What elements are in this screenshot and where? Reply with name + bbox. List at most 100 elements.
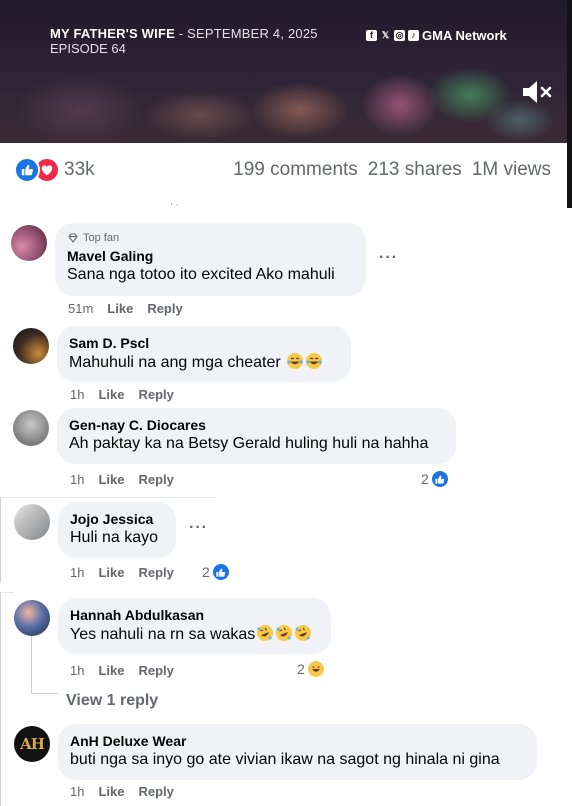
reaction-count: 33k — [64, 159, 95, 180]
avatar[interactable]: AH — [14, 726, 50, 762]
speaker-muted-icon — [523, 81, 552, 103]
avatar[interactable] — [14, 504, 50, 540]
video-title: MY FATHER'S WIFE - SEPTEMBER 4, 2025 — [50, 26, 318, 41]
comment-text: Ah paktay ka na Betsy Gerald huling huli… — [69, 435, 429, 452]
comment-actions: 1h Like Reply — [70, 784, 174, 799]
comment-bubble: Sam D. Pscl Mahuhuli na ang mga cheater — [57, 326, 351, 382]
rolling-laughing-emoji-icon — [295, 625, 312, 641]
like-button[interactable]: Like — [98, 472, 124, 487]
avatar[interactable] — [14, 600, 50, 636]
comment-time[interactable]: 1h — [70, 663, 84, 678]
reply-button[interactable]: Reply — [138, 784, 173, 799]
comment-bubble: AnH Deluxe Wear buti nga sa inyo go ate … — [58, 724, 537, 780]
comment-time[interactable]: 51m — [68, 301, 93, 316]
commenter-name[interactable]: Hannah Abdulkasan — [70, 606, 319, 624]
comment-time[interactable]: 1h — [70, 784, 84, 799]
comment-text: buti nga sa inyo go ate vivian ikaw na s… — [70, 751, 500, 768]
more-options-button[interactable]: ··· — [189, 519, 208, 537]
comment-actions: 51m Like Reply — [68, 301, 183, 316]
rolling-laughing-emoji-icon — [257, 625, 274, 641]
avatar[interactable] — [13, 410, 49, 446]
haha-reaction-icon — [305, 659, 326, 679]
comment-text: Yes nahuli na rn sa wakas — [70, 624, 319, 645]
avatar[interactable] — [11, 225, 47, 261]
commenter-name[interactable]: AnH Deluxe Wear — [70, 732, 525, 750]
reaction-number: 2 — [202, 564, 210, 580]
comment-text: Mahuhuli na ang mga cheater — [69, 352, 339, 373]
commenter-name[interactable]: Sam D. Pscl — [69, 334, 339, 352]
reaction-count-badge[interactable]: 2 — [297, 659, 326, 679]
top-fan-badge: Top fan — [67, 231, 354, 245]
comment-time[interactable]: 1h — [70, 565, 84, 580]
brand-logo: AH — [20, 735, 45, 753]
comment-count-link[interactable]: 199 comments — [233, 159, 358, 181]
reaction-number: 2 — [421, 471, 429, 487]
like-button[interactable]: Like — [107, 301, 133, 316]
laughing-tears-emoji-icon — [306, 353, 323, 369]
episode-number: EPISODE 64 — [50, 41, 126, 56]
commenter-name[interactable]: Jojo Jessica — [70, 510, 164, 528]
episode-date: - SEPTEMBER 4, 2025 — [174, 26, 318, 41]
reaction-summary[interactable]: 33k — [14, 157, 95, 183]
like-reaction-icon — [14, 157, 40, 183]
like-button[interactable]: Like — [98, 784, 124, 799]
comment-bubble: Gen-nay C. Diocares Ah paktay ka na Bets… — [57, 408, 456, 464]
commenter-name[interactable]: Mavel Galing — [67, 247, 354, 265]
like-button[interactable]: Like — [98, 387, 124, 402]
like-reaction-icon — [210, 562, 231, 582]
commenter-name[interactable]: Gen-nay C. Diocares — [69, 416, 444, 434]
thread-line — [0, 497, 1, 583]
comment-bubble: Jojo Jessica Huli na kayo — [58, 502, 176, 558]
laughing-tears-emoji-icon — [287, 353, 304, 369]
view-replies-link[interactable]: View 1 reply — [66, 692, 158, 710]
comment-actions: 1h Like Reply — [70, 663, 174, 678]
diamond-icon — [68, 233, 78, 243]
clipped-text-hint: · · — [170, 199, 179, 209]
badge-label: Top fan — [83, 232, 120, 244]
comment-bubble: Top fan Mavel Galing Sana nga totoo ito … — [55, 223, 366, 296]
reply-button[interactable]: Reply — [138, 565, 173, 580]
comment-time[interactable]: 1h — [70, 387, 84, 402]
reaction-number: 2 — [297, 661, 305, 677]
reaction-count-badge[interactable]: 2 — [202, 562, 231, 582]
comment-text-content: Yes nahuli na rn sa wakas — [70, 626, 256, 643]
mute-button[interactable] — [520, 78, 554, 106]
thread-line — [0, 592, 1, 806]
brand-name: GMA Network — [422, 28, 507, 43]
tiktok-icon: ♪ — [408, 30, 419, 41]
comment-text-content: Mahuhuli na ang mga cheater — [69, 354, 281, 371]
like-button[interactable]: Like — [98, 565, 124, 580]
reply-button[interactable]: Reply — [147, 301, 182, 316]
view-count: 1M views — [471, 159, 551, 180]
share-count-link[interactable]: 213 shares — [368, 159, 462, 181]
reaction-count-badge[interactable]: 2 — [421, 469, 450, 489]
reply-connector — [31, 636, 32, 694]
reply-button[interactable]: Reply — [138, 472, 173, 487]
like-button[interactable]: Like — [98, 663, 124, 678]
comment-bubble: Hannah Abdulkasan Yes nahuli na rn sa wa… — [58, 598, 331, 654]
like-reaction-icon — [429, 469, 450, 489]
instagram-icon: ◎ — [394, 30, 405, 41]
show-title: MY FATHER'S WIFE — [50, 26, 175, 41]
x-icon: 𝕏 — [381, 30, 390, 40]
comment-time[interactable]: 1h — [70, 472, 84, 487]
avatar[interactable] — [13, 328, 49, 364]
reply-button[interactable]: Reply — [138, 663, 173, 678]
comment-text: Huli na kayo — [70, 529, 159, 546]
scrollbar-track — [567, 0, 572, 208]
rolling-laughing-emoji-icon — [276, 625, 293, 641]
divider — [0, 592, 14, 593]
facebook-icon: f — [366, 30, 377, 41]
post-stats-bar: 33k 199 comments 213 shares 1M views — [0, 143, 567, 208]
reply-button[interactable]: Reply — [138, 387, 173, 402]
comment-actions: 1h Like Reply — [70, 387, 174, 402]
divider — [0, 497, 216, 498]
brand-watermark: f 𝕏 ◎ ♪ GMA Network — [366, 28, 507, 43]
reply-connector — [31, 693, 59, 694]
comment-actions: 1h Like Reply — [70, 472, 174, 487]
comment-text: Sana nga totoo ito excited Ako mahuli — [67, 266, 335, 283]
comment-actions: 1h Like Reply — [70, 565, 174, 580]
engagement-counts: 199 comments 213 shares 1M views — [233, 159, 551, 181]
video-player[interactable]: MY FATHER'S WIFE - SEPTEMBER 4, 2025 EPI… — [0, 0, 572, 143]
more-options-button[interactable]: ··· — [379, 249, 398, 267]
